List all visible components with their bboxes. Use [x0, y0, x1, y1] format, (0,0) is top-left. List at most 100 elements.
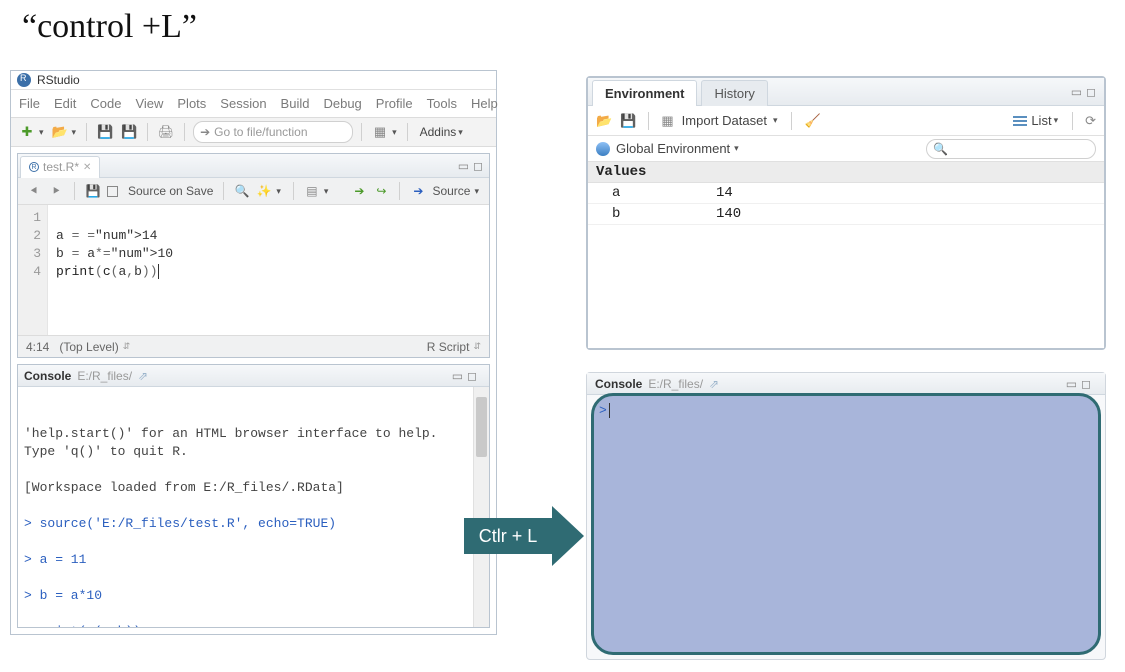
- list-lines-icon: [1013, 116, 1027, 126]
- broom-icon[interactable]: 🧹: [804, 113, 820, 129]
- rfile-icon: R: [29, 162, 39, 172]
- maximize-pane-icon[interactable]: ◻: [473, 159, 483, 173]
- popout-icon[interactable]: ⇗: [709, 377, 719, 391]
- source-statusbar: 4:14 (Top Level) ⇵ R Script ⇵: [18, 335, 489, 357]
- run-line-icon[interactable]: ➔: [351, 183, 367, 199]
- env-var-name: b: [596, 206, 716, 222]
- menu-view[interactable]: View: [135, 96, 163, 111]
- console-body[interactable]: 'help.start()' for an HTML browser inter…: [18, 387, 489, 627]
- console-title: Console: [24, 369, 71, 383]
- rstudio-icon: [17, 73, 31, 87]
- addins-menu[interactable]: Addins ▾: [416, 125, 469, 139]
- dropdown-caret-icon[interactable]: ▾: [72, 127, 77, 138]
- wand-icon[interactable]: ✨: [256, 183, 272, 199]
- separator: [147, 123, 148, 141]
- separator: [1072, 112, 1073, 130]
- file-type-label: R Script: [427, 340, 470, 354]
- close-tab-icon[interactable]: ✕: [83, 162, 91, 173]
- rerun-icon[interactable]: ↪: [373, 183, 389, 199]
- scope-selector[interactable]: Global Environment: [616, 141, 730, 156]
- fwd-arrow-icon[interactable]: ⯈: [48, 183, 64, 199]
- save-all-button[interactable]: 💾: [119, 122, 139, 142]
- rstudio-left-window: RStudio FileEditCodeViewPlotsSessionBuil…: [10, 70, 497, 635]
- grid-button[interactable]: ▦: [370, 122, 390, 142]
- goto-file-input[interactable]: ➔ Go to file/function: [193, 121, 353, 143]
- minimize-pane-icon[interactable]: ▭: [452, 369, 463, 383]
- list-view-selector[interactable]: List ▾: [1013, 113, 1060, 128]
- report-icon[interactable]: ▤: [304, 183, 320, 199]
- maximize-pane-icon[interactable]: ◻: [467, 369, 477, 383]
- dropdown-caret-icon[interactable]: ▾: [392, 127, 397, 138]
- console-path: E:/R_files/: [648, 377, 703, 391]
- save-button[interactable]: 💾: [85, 183, 101, 199]
- console-header: Console E:/R_files/ ⇗ ▭ ◻: [587, 373, 1105, 395]
- menu-code[interactable]: Code: [90, 96, 121, 111]
- console-body[interactable]: >: [599, 403, 618, 418]
- save-button[interactable]: 💾: [95, 122, 115, 142]
- env-empty-area: [588, 225, 1104, 348]
- popout-icon[interactable]: ⇗: [138, 369, 148, 383]
- menu-plots[interactable]: Plots: [177, 96, 206, 111]
- addins-label: Addins: [420, 125, 457, 139]
- tab-history[interactable]: History: [701, 80, 767, 106]
- minimize-pane-icon[interactable]: ▭: [458, 159, 469, 173]
- console-prompt: >: [599, 403, 607, 418]
- dropdown-caret-icon[interactable]: ▾: [276, 186, 281, 197]
- separator: [74, 182, 75, 200]
- new-file-button[interactable]: ✚: [17, 122, 37, 142]
- type-caret-icon[interactable]: ⇵: [473, 341, 481, 352]
- separator: [184, 123, 185, 141]
- save-icon[interactable]: 💾: [620, 113, 636, 129]
- dropdown-caret-icon[interactable]: ▾: [39, 127, 44, 138]
- print-button[interactable]: 🖨: [156, 122, 176, 142]
- dropdown-caret-icon[interactable]: ▾: [324, 186, 329, 197]
- source-button[interactable]: Source: [432, 184, 470, 198]
- menu-session[interactable]: Session: [220, 96, 266, 111]
- maximize-pane-icon[interactable]: ◻: [1086, 85, 1096, 99]
- refresh-icon[interactable]: ⟳: [1085, 113, 1096, 129]
- maximize-pane-icon[interactable]: ◻: [1081, 377, 1091, 391]
- dropdown-caret-icon[interactable]: ▾: [773, 115, 778, 126]
- menu-file[interactable]: File: [19, 96, 40, 111]
- source-tab[interactable]: R test.R* ✕: [20, 156, 100, 178]
- ctrl-l-arrow: Ctlr + L: [464, 500, 594, 580]
- env-row[interactable]: b140: [588, 204, 1104, 225]
- source-run-icon[interactable]: ➔: [410, 183, 426, 199]
- environment-panel: Environment History ▭ ◻ 📂 💾 ▦ Import Dat…: [586, 76, 1106, 350]
- minimize-pane-icon[interactable]: ▭: [1066, 377, 1077, 391]
- separator: [791, 112, 792, 130]
- arrow-label: Ctlr + L: [464, 518, 552, 554]
- back-arrow-icon[interactable]: ⯇: [26, 183, 42, 199]
- console-pane-left: Console E:/R_files/ ⇗ ▭ ◻ 'help.start()'…: [17, 364, 490, 628]
- tab-environment[interactable]: Environment: [592, 80, 697, 106]
- separator: [399, 182, 400, 200]
- menubar: File Edit Code View Plots Session Build Debug Pr…: [11, 90, 496, 117]
- menu-build[interactable]: Build: [281, 96, 310, 111]
- import-dataset-button[interactable]: Import Dataset: [682, 113, 767, 128]
- menu-tools[interactable]: Tools: [427, 96, 457, 111]
- dropdown-caret-icon[interactable]: ▾: [474, 186, 479, 197]
- globe-icon: [596, 142, 610, 156]
- code-body[interactable]: a = ="num">14b = a*="num">10print(c(a,b)…: [48, 205, 181, 335]
- find-icon[interactable]: 🔍: [234, 183, 250, 199]
- source-on-save-checkbox[interactable]: [107, 186, 118, 197]
- separator: [223, 182, 224, 200]
- minimize-pane-icon[interactable]: ▭: [1071, 85, 1082, 99]
- open-folder-icon[interactable]: 📂: [596, 113, 612, 129]
- menu-debug[interactable]: Debug: [323, 96, 361, 111]
- code-editor[interactable]: 1234 a = ="num">14b = a*="num">10print(c…: [18, 205, 489, 335]
- goto-arrow-icon: ➔: [200, 125, 210, 139]
- open-folder-button[interactable]: 📂: [50, 122, 70, 142]
- separator: [293, 182, 294, 200]
- goto-placeholder: Go to file/function: [214, 125, 307, 139]
- separator: [407, 123, 408, 141]
- dropdown-caret-icon[interactable]: ▾: [734, 143, 739, 154]
- scroll-thumb[interactable]: [476, 397, 487, 457]
- menu-edit[interactable]: Edit: [54, 96, 76, 111]
- env-search-input[interactable]: 🔍: [926, 139, 1096, 159]
- env-row[interactable]: a14: [588, 183, 1104, 204]
- separator: [648, 112, 649, 130]
- menu-help[interactable]: Help: [471, 96, 498, 111]
- menu-profile[interactable]: Profile: [376, 96, 413, 111]
- scope-caret-icon[interactable]: ⇵: [123, 341, 131, 352]
